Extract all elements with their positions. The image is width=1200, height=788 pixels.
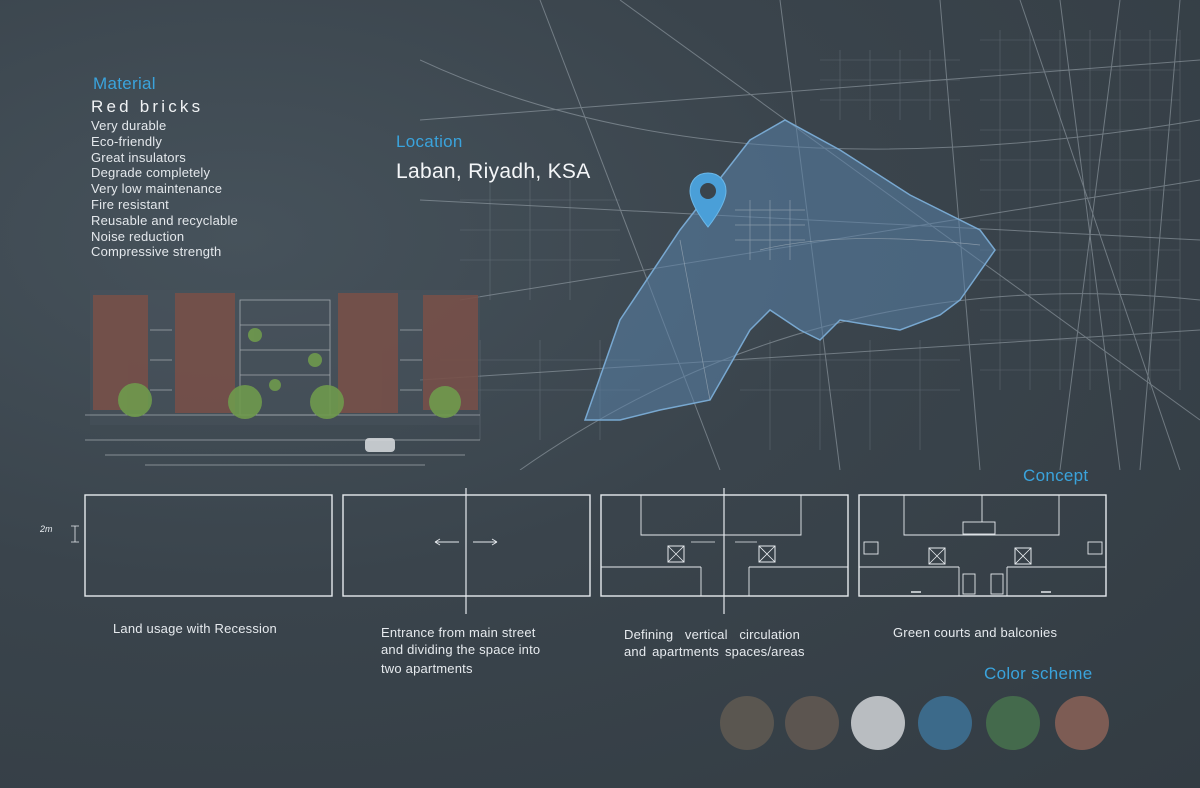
list-item: Noise reduction bbox=[91, 228, 185, 244]
list-item: Degrade completely bbox=[91, 165, 211, 181]
concept-caption-3: Defining vertical circulation and apartm… bbox=[624, 627, 805, 659]
concept-heading: Concept bbox=[1023, 466, 1089, 485]
list-item: Very durable bbox=[91, 118, 167, 133]
color-swatch-5 bbox=[986, 696, 1040, 750]
concept-diagram-4 bbox=[858, 492, 1107, 597]
concept-diagram-2 bbox=[342, 488, 591, 614]
site-map bbox=[420, 0, 1200, 470]
list-item: Great insulators bbox=[91, 149, 186, 165]
list-item: Reusable and recyclable bbox=[91, 212, 238, 228]
color-swatch-4 bbox=[918, 696, 972, 750]
building-elevation-sketch bbox=[85, 290, 480, 466]
color-swatch-6 bbox=[1055, 696, 1109, 750]
list-item: Eco-friendly bbox=[91, 133, 163, 149]
concept-caption-4: Green courts and balconies bbox=[893, 625, 1058, 640]
color-swatch-2 bbox=[785, 696, 839, 750]
design-board: Material Red bricks Very durable Eco-fri… bbox=[0, 0, 1200, 788]
color-scheme-heading: Color scheme bbox=[984, 664, 1093, 683]
list-item: Very low maintenance bbox=[91, 181, 223, 197]
material-title: Red bricks bbox=[91, 97, 204, 116]
dimension-label: 2m bbox=[40, 524, 53, 534]
material-properties-list: Very durable Eco-friendly Great insulato… bbox=[91, 118, 238, 260]
list-item: Compressive strength bbox=[91, 244, 222, 260]
color-swatch-1 bbox=[720, 696, 774, 750]
location-pin-icon bbox=[689, 172, 727, 228]
color-swatch-3 bbox=[851, 696, 905, 750]
list-item: Fire resistant bbox=[91, 196, 169, 212]
location-heading: Location bbox=[396, 132, 463, 151]
concept-caption-1: Land usage with Recession bbox=[113, 621, 277, 636]
location-value: Laban, Riyadh, KSA bbox=[396, 160, 591, 183]
concept-diagram-1 bbox=[71, 492, 333, 597]
material-heading: Material bbox=[93, 74, 156, 93]
concept-caption-2: Entrance from main street and dividing t… bbox=[381, 625, 541, 676]
concept-diagram-3 bbox=[600, 488, 849, 614]
